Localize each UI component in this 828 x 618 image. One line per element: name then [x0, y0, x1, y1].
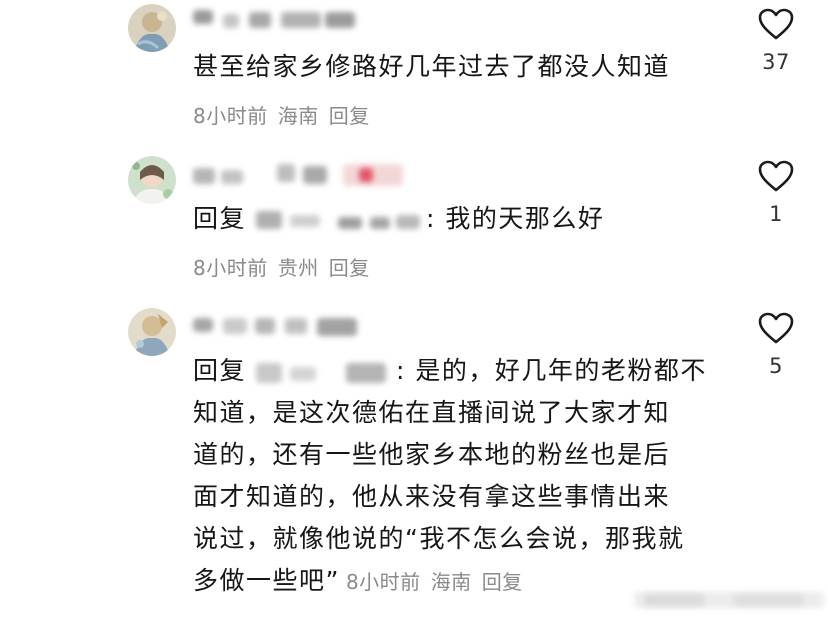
- heart-outline-icon: [758, 160, 794, 192]
- comment-location: 海南: [277, 104, 319, 128]
- reply-body: : 我的天那么好: [426, 204, 605, 233]
- like-button[interactable]: 37: [756, 8, 796, 74]
- comment-location: 海南: [430, 570, 472, 594]
- username-blurred[interactable]: [193, 310, 373, 340]
- comment-time: 8小时前: [193, 104, 268, 128]
- heart-outline-icon: [758, 312, 794, 344]
- comment-line-5: 说过，就像他说的“我不怎么会说，那我就: [193, 524, 685, 553]
- comment-line-2: 知道，是这次德佑在直播间说了大家才知: [193, 398, 671, 427]
- username-blurred[interactable]: [193, 6, 363, 36]
- comment-text: 甚至给家乡修路好几年过去了都没人知道: [193, 52, 671, 81]
- username-blurred[interactable]: [193, 158, 423, 188]
- reply-button[interactable]: 回复: [329, 104, 370, 128]
- heart-outline-icon: [758, 8, 794, 40]
- like-count: 5: [769, 354, 783, 378]
- comment-meta: 8小时前 海南 回复: [346, 570, 533, 594]
- comment-text: 回复 : 我的天那么好: [193, 198, 604, 240]
- user-avatar[interactable]: [128, 4, 176, 52]
- comment-location: 贵州: [277, 256, 319, 280]
- like-count: 1: [769, 202, 783, 226]
- mentioned-user-blurred[interactable]: [246, 357, 396, 387]
- comment-meta: 8小时前 海南 回复: [193, 100, 380, 129]
- like-count: 37: [762, 50, 790, 74]
- comment-last-line: 多做一些吧”: [193, 566, 340, 595]
- comment-line-4: 面才知道的，他从来没有拿这些事情出来: [193, 482, 671, 511]
- user-avatar[interactable]: [128, 308, 176, 356]
- comment-time: 8小时前: [193, 256, 268, 280]
- comment-line-3: 道的，还有一些他家乡本地的粉丝也是后: [193, 440, 671, 469]
- comment-text: 回复 : 是的，好几年的老粉都不 知道，是这次德佑在直播间说了大家才知 道的，还…: [193, 350, 733, 603]
- watermark-blurred: [634, 586, 824, 612]
- like-button[interactable]: 1: [756, 160, 796, 226]
- comment-line-1: 回复 : 是的，好几年的老粉都不: [193, 350, 733, 392]
- reply-button[interactable]: 回复: [482, 570, 523, 594]
- like-button[interactable]: 5: [756, 312, 796, 378]
- mentioned-user-blurred[interactable]: [246, 205, 426, 235]
- comment-time: 8小时前: [345, 570, 421, 594]
- user-avatar[interactable]: [128, 156, 176, 204]
- reply-body-line-1: : 是的，好几年的老粉都不: [396, 356, 707, 385]
- comment-meta: 8小时前 贵州 回复: [193, 252, 380, 281]
- reply-button[interactable]: 回复: [329, 256, 370, 280]
- reply-prefix: 回复: [193, 204, 247, 233]
- reply-prefix: 回复: [193, 356, 247, 385]
